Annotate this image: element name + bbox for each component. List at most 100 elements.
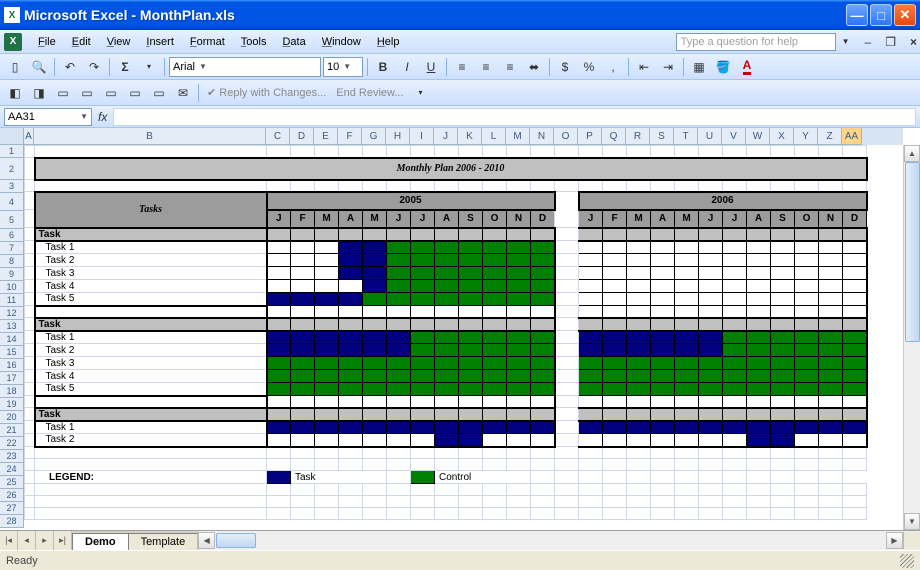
resize-grip-icon[interactable]: [900, 554, 914, 568]
col-header-T[interactable]: T: [674, 128, 698, 145]
row-header-28[interactable]: 28: [0, 515, 24, 528]
menu-help[interactable]: Help: [369, 33, 408, 51]
hscroll-thumb[interactable]: [216, 533, 256, 548]
col-header-J[interactable]: J: [434, 128, 458, 145]
fx-icon[interactable]: fx: [92, 110, 113, 124]
row-header-19[interactable]: 19: [0, 398, 24, 411]
font-size-combo[interactable]: 10▼: [323, 57, 363, 77]
row-header-3[interactable]: 3: [0, 180, 24, 193]
review-icon-5[interactable]: ▭: [100, 82, 122, 104]
row-header-11[interactable]: 11: [0, 294, 24, 307]
align-center-icon[interactable]: ≡: [475, 56, 497, 78]
row-header-15[interactable]: 15: [0, 346, 24, 359]
row-header-26[interactable]: 26: [0, 489, 24, 502]
col-header-K[interactable]: K: [458, 128, 482, 145]
col-header-M[interactable]: M: [506, 128, 530, 145]
col-header-U[interactable]: U: [698, 128, 722, 145]
col-header-R[interactable]: R: [626, 128, 650, 145]
merge-center-icon[interactable]: ⬌: [523, 56, 545, 78]
close-button[interactable]: ✕: [894, 4, 916, 26]
autosum-icon[interactable]: Σ: [114, 56, 136, 78]
row-header-12[interactable]: 12: [0, 307, 24, 320]
row-header-8[interactable]: 8: [0, 255, 24, 268]
row-header-21[interactable]: 21: [0, 424, 24, 437]
row-header-16[interactable]: 16: [0, 359, 24, 372]
redo-icon[interactable]: ↷: [83, 56, 105, 78]
row-header-10[interactable]: 10: [0, 281, 24, 294]
sheet-tab-demo[interactable]: Demo: [72, 533, 129, 550]
maximize-button[interactable]: □: [870, 4, 892, 26]
row-header-9[interactable]: 9: [0, 268, 24, 281]
toolbar-options-icon[interactable]: ▾: [138, 56, 160, 78]
review-icon-7[interactable]: ▭: [148, 82, 170, 104]
increase-indent-icon[interactable]: ⇥: [657, 56, 679, 78]
font-combo[interactable]: Arial▼: [169, 57, 321, 77]
col-header-L[interactable]: L: [482, 128, 506, 145]
row-header-23[interactable]: 23: [0, 450, 24, 463]
row-header-5[interactable]: 5: [0, 211, 24, 229]
menu-view[interactable]: View: [99, 33, 139, 51]
percent-icon[interactable]: %: [578, 56, 600, 78]
row-header-14[interactable]: 14: [0, 333, 24, 346]
comma-icon[interactable]: ,: [602, 56, 624, 78]
tab-nav-next-icon[interactable]: ▸: [36, 531, 54, 550]
col-header-C[interactable]: C: [266, 128, 290, 145]
currency-icon[interactable]: $: [554, 56, 576, 78]
review-icon-3[interactable]: ▭: [52, 82, 74, 104]
col-header-V[interactable]: V: [722, 128, 746, 145]
underline-icon[interactable]: U: [420, 56, 442, 78]
decrease-indent-icon[interactable]: ⇤: [633, 56, 655, 78]
send-mail-icon[interactable]: ✉: [172, 82, 194, 104]
scroll-right-icon[interactable]: ▶: [886, 532, 903, 549]
review-icon-2[interactable]: ◨: [28, 82, 50, 104]
tab-nav-prev-icon[interactable]: ◂: [18, 531, 36, 550]
font-color-icon[interactable]: A: [736, 56, 758, 78]
minimize-button[interactable]: —: [846, 4, 868, 26]
align-right-icon[interactable]: ≡: [499, 56, 521, 78]
review-icon-6[interactable]: ▭: [124, 82, 146, 104]
excel-document-icon[interactable]: X: [4, 33, 22, 51]
menu-format[interactable]: Format: [182, 33, 233, 51]
align-left-icon[interactable]: ≡: [451, 56, 473, 78]
row-header-2[interactable]: 2: [0, 158, 24, 180]
vertical-scrollbar[interactable]: ▲ ▼: [903, 145, 920, 530]
italic-icon[interactable]: I: [396, 56, 418, 78]
row-header-6[interactable]: 6: [0, 229, 24, 242]
row-header-4[interactable]: 4: [0, 193, 24, 211]
col-header-P[interactable]: P: [578, 128, 602, 145]
print-preview-icon[interactable]: 🔍: [28, 56, 50, 78]
select-all-corner[interactable]: [0, 128, 24, 145]
menu-window[interactable]: Window: [314, 33, 369, 51]
row-header-1[interactable]: 1: [0, 145, 24, 158]
col-header-I[interactable]: I: [410, 128, 434, 145]
col-header-W[interactable]: W: [746, 128, 770, 145]
tab-nav-last-icon[interactable]: ▸|: [54, 531, 72, 550]
row-header-25[interactable]: 25: [0, 476, 24, 489]
menu-edit[interactable]: Edit: [64, 33, 99, 51]
bold-icon[interactable]: B: [372, 56, 394, 78]
name-box[interactable]: AA31▼: [4, 108, 92, 126]
review-icon-4[interactable]: ▭: [76, 82, 98, 104]
row-header-27[interactable]: 27: [0, 502, 24, 515]
fill-color-icon[interactable]: 🪣: [712, 56, 734, 78]
col-header-O[interactable]: O: [554, 128, 578, 145]
row-header-17[interactable]: 17: [0, 372, 24, 385]
row-header-13[interactable]: 13: [0, 320, 24, 333]
col-header-Q[interactable]: Q: [602, 128, 626, 145]
horizontal-scrollbar[interactable]: ◀ ▶: [197, 531, 920, 550]
row-header-7[interactable]: 7: [0, 242, 24, 255]
col-header-H[interactable]: H: [386, 128, 410, 145]
new-icon[interactable]: ▯: [4, 56, 26, 78]
review-icon-1[interactable]: ◧: [4, 82, 26, 104]
row-header-18[interactable]: 18: [0, 385, 24, 398]
menu-tools[interactable]: Tools: [233, 33, 275, 51]
end-review-button[interactable]: End Review...: [332, 87, 407, 99]
col-header-Z[interactable]: Z: [818, 128, 842, 145]
menu-insert[interactable]: Insert: [138, 33, 182, 51]
doc-close-button[interactable]: ×: [907, 35, 920, 49]
row-header-24[interactable]: 24: [0, 463, 24, 476]
scroll-down-icon[interactable]: ▼: [904, 513, 920, 530]
row-header-22[interactable]: 22: [0, 437, 24, 450]
col-header-S[interactable]: S: [650, 128, 674, 145]
col-header-G[interactable]: G: [362, 128, 386, 145]
